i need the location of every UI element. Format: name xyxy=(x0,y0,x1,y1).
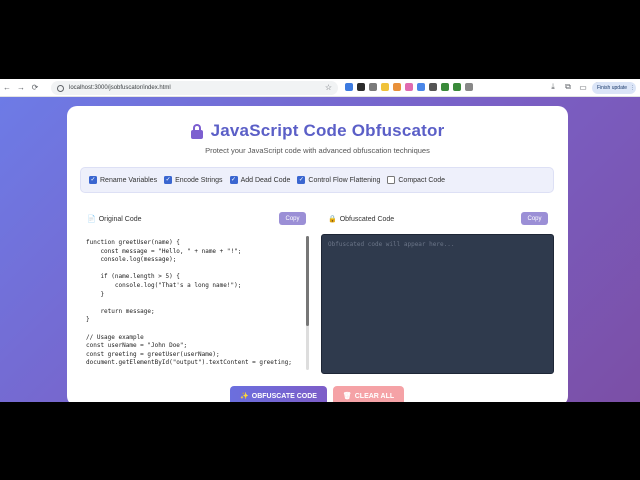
option-2[interactable]: ✓ Add Dead Code xyxy=(229,176,291,184)
obfuscate-label: OBFUSCATE CODE xyxy=(251,392,317,400)
lock-icon xyxy=(190,124,203,139)
obfuscate-button[interactable]: ✨ OBFUSCATE CODE xyxy=(230,386,327,402)
extension-icon[interactable] xyxy=(441,83,449,91)
obfuscated-code-label: Obfuscated Code xyxy=(339,215,395,223)
bookmark-star-icon[interactable]: ☆ xyxy=(325,83,332,92)
clear-all-label: CLEAR ALL xyxy=(354,392,395,400)
option-3[interactable]: ✓ Control Flow Flattening xyxy=(297,176,380,184)
back-icon[interactable]: ← xyxy=(0,79,14,97)
reload-icon[interactable]: ⟳ xyxy=(28,79,42,97)
option-checkbox[interactable]: ✓ xyxy=(297,176,306,184)
browser-window: ← → ⟳ localhost:3000/jsobfuscator/index.… xyxy=(0,79,640,402)
site-info-icon[interactable] xyxy=(57,84,64,92)
option-checkbox[interactable]: ✓ xyxy=(89,176,97,184)
option-label: Control Flow Flattening xyxy=(308,176,381,184)
address-url: localhost:3000/jsobfuscator/index.html xyxy=(69,85,171,91)
title-row: JavaScript Code Obfuscator xyxy=(67,121,568,141)
finish-update-label: Finish update xyxy=(597,85,628,91)
option-label: Encode Strings xyxy=(175,176,223,184)
extension-icon[interactable] xyxy=(357,83,365,91)
original-code-label: Original Code xyxy=(98,215,142,223)
original-code-editor[interactable]: function greetUser(name) { const message… xyxy=(80,234,314,372)
original-code-text[interactable]: function greetUser(name) { const message… xyxy=(80,234,314,372)
copy-original-button[interactable]: Copy xyxy=(279,212,306,225)
extension-icon[interactable] xyxy=(453,83,461,91)
option-label: Rename Variables xyxy=(100,176,158,184)
page-subtitle: Protect your JavaScript code with advanc… xyxy=(205,146,430,155)
obfuscated-code-output[interactable]: Obfuscated code will appear here... xyxy=(321,234,554,374)
option-label: Add Dead Code xyxy=(240,176,291,184)
extension-icon[interactable] xyxy=(393,83,401,91)
extension-icon[interactable] xyxy=(381,83,389,91)
options-bar: ✓ Rename Variables ✓ Encode Strings ✓ Add Dea… xyxy=(80,167,554,193)
original-code-header: 📄 Original Code xyxy=(87,212,142,226)
clear-all-button[interactable]: 🗑 CLEAR ALL xyxy=(333,386,404,402)
magic-wand-icon: ✨ xyxy=(240,393,249,400)
option-0[interactable]: ✓ Rename Variables xyxy=(89,176,157,184)
extension-icon[interactable] xyxy=(369,83,377,91)
page-title: JavaScript Code Obfuscator xyxy=(210,121,445,140)
address-bar[interactable]: localhost:3000/jsobfuscator/index.html ☆ xyxy=(51,81,338,95)
kebab-menu-icon[interactable]: ⋮ xyxy=(630,85,635,91)
video-letterbox-top xyxy=(0,0,640,79)
obfuscated-code-header: 🔒 Obfuscated Code xyxy=(328,212,394,226)
browser-toolbar: ← → ⟳ localhost:3000/jsobfuscator/index.… xyxy=(0,79,640,97)
page-background: JavaScript Code Obfuscator Protect your … xyxy=(0,97,640,402)
extension-icon[interactable] xyxy=(405,83,413,91)
trash-icon: 🗑 xyxy=(342,393,352,400)
extension-icon[interactable] xyxy=(429,83,437,91)
download-icon[interactable]: ⤓ xyxy=(548,82,558,92)
extension-icon[interactable] xyxy=(345,83,353,91)
document-icon: 📄 xyxy=(87,216,96,223)
sidebar-icon[interactable]: ▭ xyxy=(578,82,588,92)
copy-obfuscated-button[interactable]: Copy xyxy=(521,212,548,225)
option-checkbox[interactable]: ✓ xyxy=(229,176,238,184)
obfuscator-card: JavaScript Code Obfuscator Protect your … xyxy=(67,106,568,402)
video-letterbox-bottom xyxy=(0,402,640,480)
extensions-row xyxy=(345,83,473,91)
forward-icon[interactable]: → xyxy=(14,79,28,97)
option-label: Compact Code xyxy=(398,176,446,184)
option-4[interactable]: Compact Code xyxy=(387,176,445,184)
extension-icon[interactable] xyxy=(417,83,425,91)
output-placeholder: Obfuscated code will appear here... xyxy=(328,241,455,248)
editor-scrollbar-thumb[interactable] xyxy=(306,236,309,326)
option-checkbox[interactable] xyxy=(387,176,396,184)
finish-update-button[interactable]: Finish update ⋮ xyxy=(592,82,636,94)
lock-small-icon: 🔒 xyxy=(328,216,337,223)
option-checkbox[interactable]: ✓ xyxy=(164,176,173,184)
extension-icon[interactable] xyxy=(465,83,473,91)
extensions-puzzle-icon[interactable]: ⧉ xyxy=(563,82,573,92)
option-1[interactable]: ✓ Encode Strings xyxy=(164,176,223,184)
